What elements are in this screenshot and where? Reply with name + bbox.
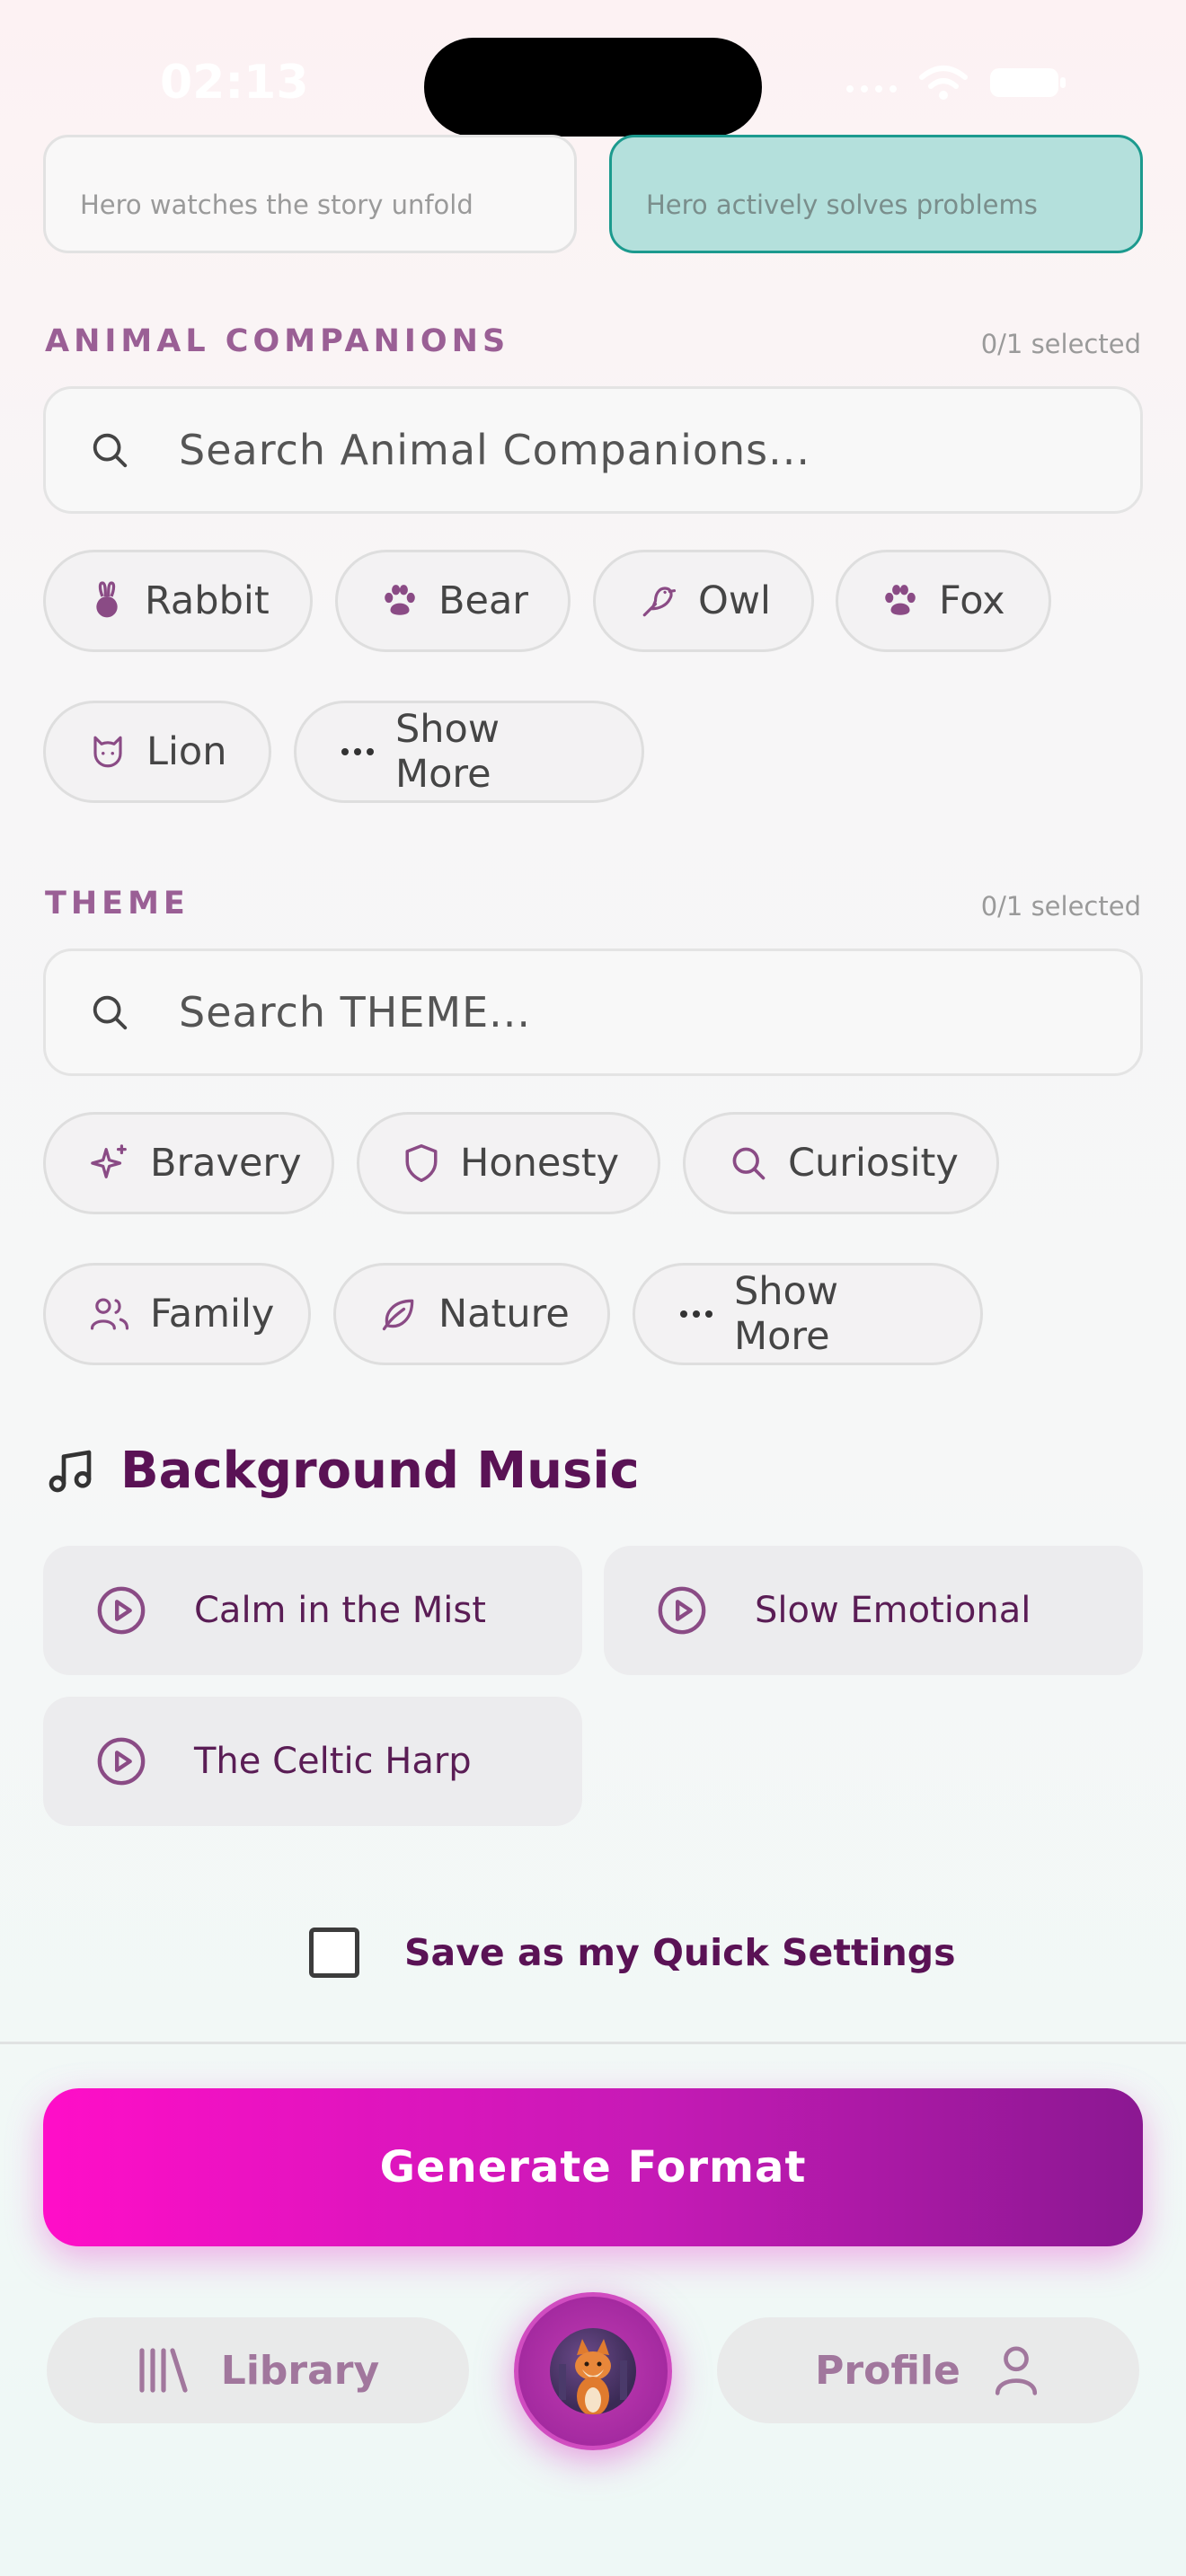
track-title: Calm in the Mist — [194, 1590, 486, 1631]
play-circle-icon — [97, 1737, 146, 1786]
play-circle-icon — [97, 1586, 146, 1635]
hero-mode-active-text: Hero actively solves problems — [646, 190, 1038, 220]
leaf-icon — [382, 1299, 414, 1331]
music-note-icon — [49, 1450, 92, 1492]
animal-search-input[interactable]: Search Animal Companions... — [43, 386, 1143, 514]
chip-label: Curiosity — [788, 1141, 959, 1186]
chip-owl[interactable]: Owl — [593, 550, 814, 652]
chip-label: Owl — [698, 578, 771, 623]
track-title: Slow Emotional — [755, 1590, 1031, 1631]
more-icon — [680, 1310, 712, 1318]
user-icon — [995, 2346, 1037, 2395]
status-time: 02:13 — [160, 56, 309, 110]
users-icon — [90, 1298, 129, 1330]
chip-label: Honesty — [460, 1141, 620, 1186]
chip-label: Lion — [146, 729, 227, 774]
chip-fox[interactable]: Fox — [836, 550, 1051, 652]
battery-icon — [990, 68, 1066, 97]
theme-search-input[interactable]: Search THEME... — [43, 948, 1143, 1076]
hero-mode-passive-card[interactable]: Hero watches the story unfold — [43, 135, 577, 253]
generate-format-label: Generate Format — [379, 2142, 807, 2192]
music-track-calm-in-the-mist[interactable]: Calm in the Mist — [43, 1546, 582, 1675]
background-music-heading: Background Music — [45, 1442, 640, 1500]
nav-library-label: Library — [220, 2347, 380, 2394]
theme-show-more-chip[interactable]: Show More — [633, 1263, 983, 1365]
status-icons — [845, 65, 1069, 101]
search-icon — [93, 433, 128, 468]
chip-rabbit[interactable]: Rabbit — [43, 550, 313, 652]
chip-label: Bravery — [150, 1141, 302, 1186]
sparkles-icon — [91, 1144, 127, 1178]
music-track-slow-emotional[interactable]: Slow Emotional — [604, 1546, 1143, 1675]
more-icon — [341, 748, 374, 755]
chip-label: Fox — [939, 578, 1005, 623]
fox-avatar — [550, 2328, 636, 2414]
chip-curiosity[interactable]: Curiosity — [683, 1112, 999, 1214]
shield-icon — [405, 1144, 438, 1182]
dynamic-island — [424, 38, 762, 137]
chip-label: Nature — [438, 1292, 570, 1337]
paw-icon — [385, 585, 415, 615]
theme-title: THEME — [45, 886, 190, 922]
chip-label: Show More — [395, 707, 500, 797]
chip-lion[interactable]: Lion — [43, 701, 271, 803]
nav-profile-label: Profile — [815, 2347, 960, 2394]
chip-label: Rabbit — [145, 578, 270, 623]
nav-profile-button[interactable]: Profile — [717, 2317, 1139, 2423]
nav-library-button[interactable]: Library — [47, 2317, 469, 2423]
search-icon — [732, 1147, 766, 1180]
signal-icon — [846, 85, 897, 93]
generate-format-button[interactable]: Generate Format — [43, 2088, 1143, 2246]
cat-icon — [93, 736, 122, 768]
animal-show-more-chip[interactable]: Show More — [294, 701, 644, 803]
chip-bear[interactable]: Bear — [335, 550, 571, 652]
background-music-title: Background Music — [120, 1442, 640, 1500]
track-title: The Celtic Harp — [194, 1741, 472, 1782]
chip-nature[interactable]: Nature — [333, 1263, 610, 1365]
chip-family[interactable]: Family — [43, 1263, 311, 1365]
chip-label: Bear — [438, 578, 528, 623]
wifi-icon — [919, 66, 968, 100]
library-icon — [139, 2348, 188, 2393]
search-icon — [93, 995, 128, 1030]
quick-settings-checkbox[interactable] — [309, 1928, 359, 1978]
theme-search-placeholder: Search THEME... — [179, 988, 532, 1037]
animal-search-placeholder: Search Animal Companions... — [179, 426, 810, 474]
divider — [0, 2042, 1186, 2044]
chip-bravery[interactable]: Bravery — [43, 1112, 334, 1214]
home-avatar-button[interactable] — [514, 2292, 672, 2450]
animal-companions-count: 0/1 selected — [980, 329, 1141, 359]
hero-mode-active-card[interactable]: Hero actively solves problems — [609, 135, 1143, 253]
hero-mode-passive-text: Hero watches the story unfold — [80, 190, 474, 220]
paw-icon — [885, 585, 916, 615]
quick-settings-row[interactable]: Save as my Quick Settings — [309, 1928, 956, 1978]
music-track-the-celtic-harp[interactable]: The Celtic Harp — [43, 1697, 582, 1826]
theme-count: 0/1 selected — [980, 891, 1141, 922]
chip-label: Show More — [734, 1269, 839, 1359]
animal-companions-title: ANIMAL COMPANIONS — [45, 323, 510, 359]
play-circle-icon — [658, 1586, 706, 1635]
chip-label: Family — [150, 1292, 275, 1337]
rabbit-icon — [96, 581, 118, 618]
quick-settings-label: Save as my Quick Settings — [404, 1931, 956, 1974]
bird-icon — [642, 587, 677, 617]
chip-honesty[interactable]: Honesty — [357, 1112, 660, 1214]
